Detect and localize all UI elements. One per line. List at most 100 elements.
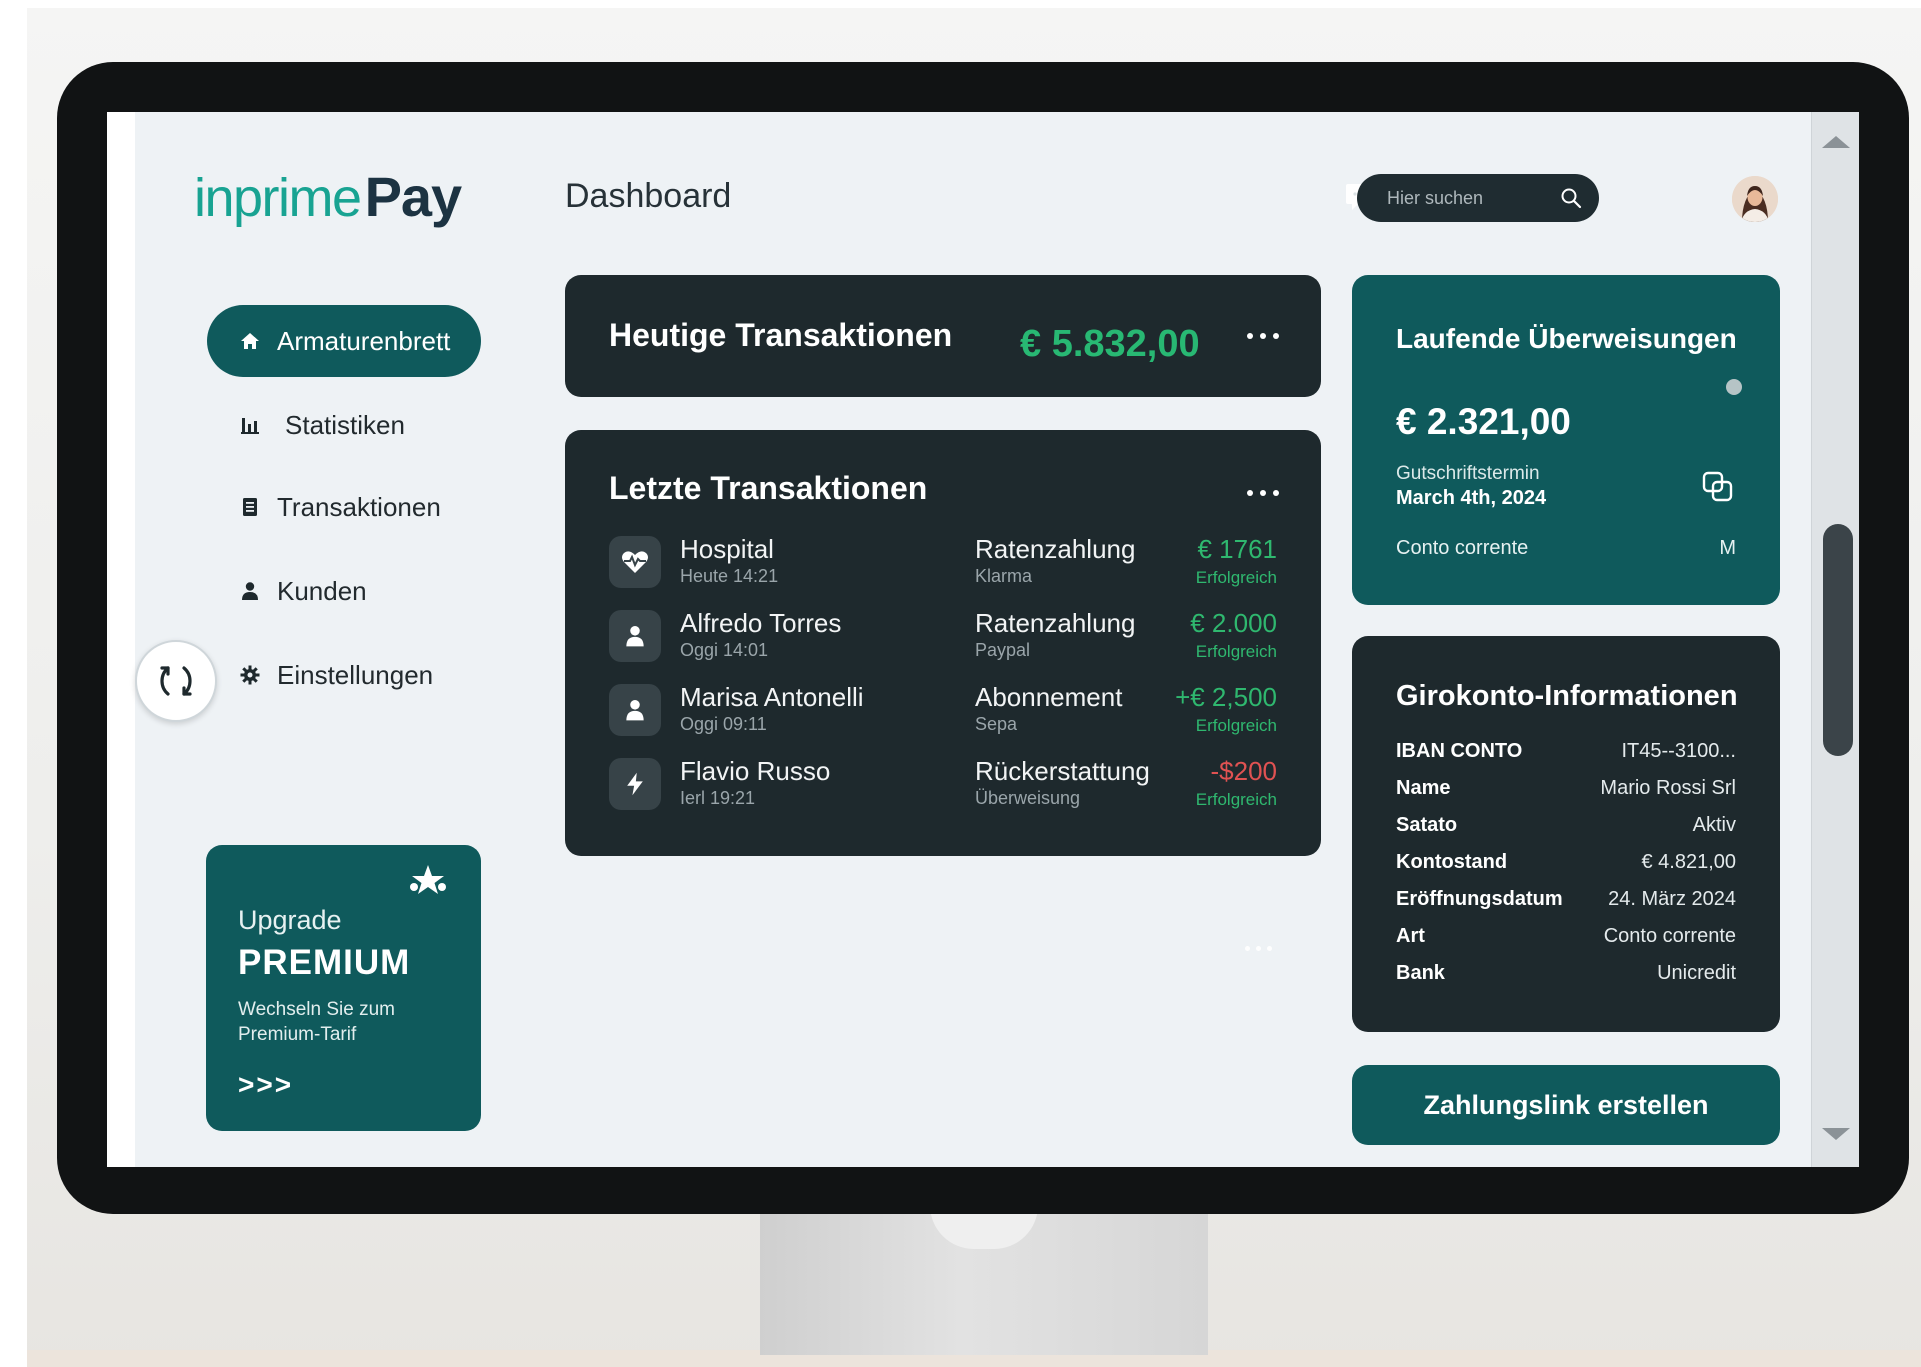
premium-plan-name: PREMIUM [238,943,411,982]
transaction-name: Hospital [680,534,774,564]
avatar[interactable] [1732,176,1778,222]
sidebar-item-label: Armaturenbrett [277,325,451,356]
credit-date-label: Gutschriftstermin [1396,463,1540,484]
account-info-title: Girokonto-Informationen [1396,680,1738,712]
running-transfers-amount: € 2.321,00 [1396,401,1571,442]
info-row: IBAN CONTO IT45--3100... [1396,740,1736,768]
sidebar-item-label: Einstellungen [277,659,434,690]
transaction-name: Flavio Russo [680,756,831,786]
scroll-up-icon[interactable] [1820,130,1852,154]
more-options-icon[interactable] [1247,331,1279,341]
today-transactions-amount: € 5.832,00 [1020,323,1200,365]
table-row[interactable]: Alfredo Torres Oggi 14:01 Ratenzahlung P… [609,608,1277,668]
more-options-icon[interactable] [1247,488,1279,498]
transaction-amount: € 2.000 [1190,608,1277,638]
recent-transactions-title: Letzte Transaktionen [609,470,928,506]
scrollbar-thumb[interactable] [1823,524,1853,756]
account-info-card: Girokonto-Informationen IBAN CONTO IT45-… [1352,636,1780,1032]
copy-icon[interactable] [1700,469,1736,505]
table-row[interactable]: Hospital Heute 14:21 Ratenzahlung Klarma… [609,534,1277,594]
today-transactions-title: Heutige Transaktionen [609,317,953,353]
user-icon [609,610,661,662]
user-icon [609,684,661,736]
page-title: Dashboard [565,177,732,215]
account-suffix: M [1719,537,1736,559]
info-key: Satato [1396,814,1458,836]
info-row: Satato Aktiv [1396,814,1736,842]
running-transfers-title: Laufende Überweisungen [1396,323,1737,354]
heart-pulse-icon [609,536,661,588]
transaction-method: Paypal [975,640,1031,660]
sidebar-item-armaturenbrett[interactable]: Armaturenbrett [207,305,481,377]
scroll-down-icon[interactable] [1820,1122,1852,1146]
bar-chart-icon [237,412,263,438]
brand-logo[interactable]: inprime Pay [194,164,463,234]
transaction-time: Heute 14:21 [680,566,779,586]
info-key: Art [1396,925,1425,947]
transaction-status: Erfolgreich [1195,790,1277,809]
transaction-amount: +€ 2,500 [1175,682,1277,712]
table-row[interactable]: Flavio Russo Ierl 19:21 Rückerstattung Ü… [609,756,1277,816]
sidebar-item-label: Statistiken [285,409,405,440]
transaction-status: Erfolgreich [1195,642,1277,661]
transaction-status: Erfolgreich [1195,716,1277,735]
table-row[interactable]: Marisa Antonelli Oggi 09:11 Abonnement S… [609,682,1277,742]
search-icon[interactable] [1559,186,1583,210]
info-value: Aktiv [1692,814,1736,836]
premium-upgrade-card[interactable]: Upgrade PREMIUM Wechseln Sie zum Premium… [206,845,481,1131]
brand-logo-part1: inprime [194,168,362,228]
info-key: IBAN CONTO [1396,740,1523,762]
premium-arrows[interactable]: >>> [238,1069,293,1101]
sidebar-item-label: Transaktionen [277,491,441,522]
home-icon [237,328,263,354]
info-row: Kontostand € 4.821,00 [1396,851,1736,879]
sidebar-item-label: Kunden [277,575,367,606]
scrollbar[interactable] [1811,112,1859,1167]
info-key: Bank [1396,962,1445,984]
refresh-icon [160,666,192,696]
lightning-icon [609,758,661,810]
sidebar-item-transaktionen[interactable]: Transaktionen [207,471,481,543]
transaction-type: Ratenzahlung [975,608,1136,638]
credit-date: March 4th, 2024 [1396,487,1547,509]
status-dot [1726,379,1742,395]
info-value: Unicredit [1657,962,1736,984]
gear-icon [237,662,263,688]
info-key: Kontostand [1396,851,1508,873]
transaction-time: Oggi 09:11 [680,714,767,734]
transaction-method: Sepa [975,714,1018,734]
today-transactions-card: Heutige Transaktionen € 5.832,00 [565,275,1321,397]
transaction-amount: € 1761 [1197,534,1277,564]
info-row: Bank Unicredit [1396,962,1736,990]
premium-description: Wechseln Sie zum Premium-Tarif [238,999,395,1045]
search-input[interactable] [1387,187,1559,209]
sidebar-item-kunden[interactable]: Kunden [207,555,481,627]
transaction-method: Klarma [975,566,1033,586]
star-badge-icon [410,865,446,894]
sidebar-item-statistiken[interactable]: Statistiken [207,389,481,461]
sidebar-item-einstellungen[interactable]: Einstellungen [207,639,481,711]
transaction-status: Erfolgreich [1195,568,1277,587]
user-icon [237,578,263,604]
transaction-type: Abonnement [975,682,1123,712]
info-key: Eröffnungsdatum [1396,888,1563,910]
transaction-method: Überweisung [975,788,1081,808]
info-key: Name [1396,777,1451,799]
app-window: inprime Pay Dashboard Hier suchen Armatu… [135,112,1811,1167]
info-value: € 4.821,00 [1641,851,1736,873]
premium-upgrade-label: Upgrade [238,905,342,935]
running-transfers-card: Laufende Überweisungen € 2.321,00 Gutsch… [1352,275,1780,605]
search-bar [1357,174,1599,222]
transaction-type: Ratenzahlung [975,534,1136,564]
info-value: IT45--3100... [1621,740,1736,762]
create-payment-link-button[interactable]: Zahlungslink erstellen [1352,1065,1780,1145]
info-value: 24. März 2024 [1608,888,1736,910]
info-value: Conto corrente [1603,925,1736,947]
recent-transactions-card: Letzte Transaktionen Hospital Heute 14:2… [565,430,1321,856]
info-row: Art Conto corrente [1396,925,1736,953]
refresh-button[interactable] [135,640,217,722]
wall [0,0,1921,8]
transaction-time: Oggi 14:01 [680,640,769,660]
brand-logo-part2: Pay [364,165,463,228]
account-type: Conto corrente [1396,537,1529,559]
